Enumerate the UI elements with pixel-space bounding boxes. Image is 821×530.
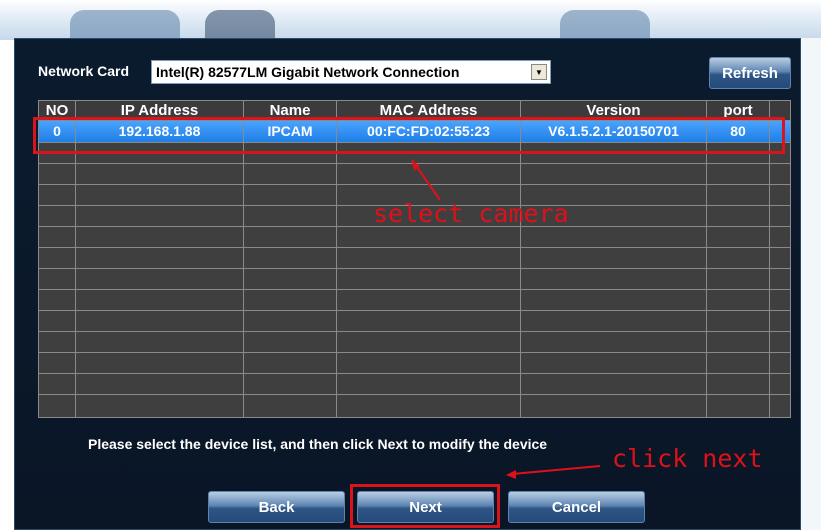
annotation-highlight-next: [350, 484, 500, 528]
back-button[interactable]: Back: [208, 491, 345, 523]
cancel-button[interactable]: Cancel: [508, 491, 645, 523]
annotation-select-camera: select camera: [373, 199, 569, 228]
arrow-head: [506, 470, 516, 479]
arrow-line: [511, 465, 601, 475]
annotation-click-next: click next: [612, 444, 763, 473]
instruction-text: Please select the device list, and then …: [88, 436, 548, 452]
